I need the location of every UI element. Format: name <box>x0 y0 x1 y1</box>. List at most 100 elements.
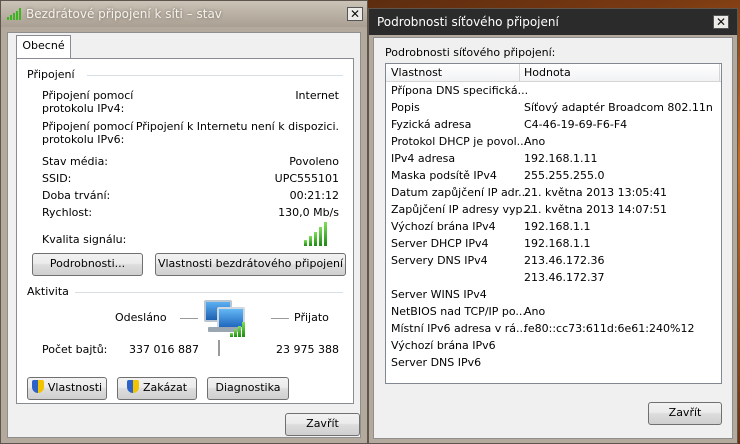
list-item[interactable]: NetBIOS nad TCP/IP po... Ano <box>386 303 721 320</box>
value-cell: C4-46-19-69-F6-F4 <box>524 118 628 131</box>
list-item[interactable]: Zapůjčení IP adresy vyp... 21. května 201… <box>386 201 721 218</box>
network-computers-icon <box>202 297 252 341</box>
group-activity-label: Aktivita <box>27 285 69 298</box>
window-client: Podrobnosti síťového připojení: Vlastnos… <box>373 37 733 439</box>
property-cell: Protokol DHCP je povol... <box>391 135 528 148</box>
list-item[interactable]: 213.46.172.37 <box>386 269 721 286</box>
close-icon[interactable]: ✕ <box>347 7 363 21</box>
value-cell: 21. května 2013 14:07:51 <box>524 203 668 216</box>
details-list[interactable]: Vlastnost Hodnota Přípona DNS specifická… <box>385 63 722 384</box>
disable-button[interactable]: Zakázat <box>117 377 197 400</box>
close-button[interactable]: Zavřít <box>285 413 360 436</box>
window-client: Obecné Připojení Připojení pomocí protok… <box>7 32 361 438</box>
wireless-status-window: Bezdrátové připojení k síti – stav ✕ Obe… <box>0 0 368 444</box>
ipv6-label-line2: protokolu IPv6: <box>42 133 125 146</box>
ipv4-label-line2: protokolu IPv4: <box>42 102 125 115</box>
list-header: Vlastnost Hodnota <box>386 64 721 82</box>
ipv6-label-line1: Připojení pomocí <box>42 120 134 133</box>
title-bar[interactable]: Bezdrátové připojení k síti – stav ✕ <box>1 1 367 27</box>
property-cell: Server DNS IPv6 <box>391 356 482 369</box>
list-item[interactable]: Výchozí brána IPv4 192.168.1.1 <box>386 218 721 235</box>
connection-details-window: Podrobnosti síťového připojení ✕ Podrobn… <box>368 8 738 444</box>
property-cell: Výchozí brána IPv4 <box>391 220 496 233</box>
list-item[interactable]: Maska podsítě IPv4 255.255.255.0 <box>386 167 721 184</box>
media-state-label: Stav média: <box>42 155 109 168</box>
wireless-signal-icon <box>7 8 23 20</box>
property-cell: Výchozí brána IPv6 <box>391 339 496 352</box>
value-cell: Ano <box>524 305 546 318</box>
property-cell: Popis <box>391 101 420 114</box>
list-item[interactable]: Servery DNS IPv4 213.46.172.36 <box>386 252 721 269</box>
value-cell: Síťový adaptér Broadcom 802.11n <box>524 101 713 114</box>
ipv6-value: Připojení k Internetu není k dispozici. <box>135 120 339 133</box>
property-cell: Fyzická adresa <box>391 118 472 131</box>
list-item[interactable]: Přípona DNS specifická... <box>386 82 721 99</box>
list-item[interactable]: Server DNS IPv6 <box>386 354 721 371</box>
ipv4-value: Internet <box>295 89 339 102</box>
list-item[interactable]: Fyzická adresa C4-46-19-69-F6-F4 <box>386 116 721 133</box>
list-item[interactable]: Protokol DHCP je povol... Ano <box>386 133 721 150</box>
group-divider <box>87 75 343 76</box>
property-cell: Místní IPv6 adresa v rá... <box>391 322 527 335</box>
value-cell: 213.46.172.36 <box>524 254 605 267</box>
close-icon[interactable]: ✕ <box>713 15 729 29</box>
tab-general[interactable]: Obecné <box>16 35 71 59</box>
column-header-property[interactable]: Vlastnost <box>391 66 442 79</box>
received-label: Přijato <box>294 311 329 324</box>
column-header-value[interactable]: Hodnota <box>524 66 571 79</box>
value-cell: 213.46.172.37 <box>524 271 605 284</box>
title-bar[interactable]: Podrobnosti síťového připojení ✕ <box>369 9 737 35</box>
sent-divider <box>180 318 198 319</box>
bytes-sent-value: 337 016 887 <box>129 343 199 356</box>
bytes-label: Počet bajtů: <box>42 343 108 356</box>
uac-shield-icon <box>126 380 139 393</box>
list-item[interactable]: Datum zapůjčení IP adr... 21. května 2013… <box>386 184 721 201</box>
value-cell: 255.255.255.0 <box>524 169 605 182</box>
column-separator[interactable] <box>719 64 720 81</box>
duration-value: 00:21:12 <box>289 189 339 202</box>
property-cell: Maska podsítě IPv4 <box>391 169 497 182</box>
list-item[interactable]: IPv4 adresa 192.168.1.11 <box>386 150 721 167</box>
value-cell: fe80::cc73:611d:6e61:240%12 <box>524 322 695 335</box>
wireless-properties-button[interactable]: Vlastnosti bezdrátového připojení <box>155 253 346 276</box>
property-cell: Server WINS IPv4 <box>391 288 487 301</box>
disable-button-label: Zakázat <box>142 381 188 394</box>
duration-label: Doba trvání: <box>42 189 111 202</box>
bytes-received-value: 23 975 388 <box>276 343 339 356</box>
window-title: Bezdrátové připojení k síti – stav <box>26 7 222 21</box>
close-button[interactable]: Zavřít <box>648 402 722 425</box>
list-item[interactable]: Server DHCP IPv4 192.168.1.1 <box>386 235 721 252</box>
media-state-value: Povoleno <box>289 155 339 168</box>
tab-panel-general: Připojení Připojení pomocí protokolu IPv… <box>16 58 354 404</box>
speed-label: Rychlost: <box>42 206 93 219</box>
properties-button-label: Vlastnosti <box>47 381 103 394</box>
ssid-value: UPC555101 <box>274 172 339 185</box>
list-item[interactable]: Server WINS IPv4 <box>386 286 721 303</box>
signal-quality-label: Kvalita signálu: <box>42 233 127 246</box>
value-cell: 192.168.1.1 <box>524 237 591 250</box>
received-divider <box>271 318 289 319</box>
value-cell: Ano <box>524 135 546 148</box>
list-item[interactable]: Výchozí brána IPv6 <box>386 337 721 354</box>
sent-label: Odesláno <box>115 311 167 324</box>
properties-button[interactable]: Vlastnosti <box>27 377 107 400</box>
details-heading: Podrobnosti síťového připojení: <box>385 46 556 59</box>
details-button[interactable]: Podrobnosti... <box>32 253 143 276</box>
window-title: Podrobnosti síťového připojení <box>377 15 559 29</box>
list-item[interactable]: Místní IPv6 adresa v rá... fe80::cc73:611… <box>386 320 721 337</box>
diagnose-button[interactable]: Diagnostika <box>207 377 289 400</box>
ipv4-label-line1: Připojení pomocí <box>42 89 134 102</box>
uac-shield-icon <box>31 380 44 393</box>
property-cell: IPv4 adresa <box>391 152 456 165</box>
column-separator[interactable] <box>519 64 520 81</box>
ssid-label: SSID: <box>42 172 72 185</box>
property-cell: Zapůjčení IP adresy vyp... <box>391 203 534 216</box>
speed-value: 130,0 Mb/s <box>278 206 339 219</box>
group-divider <box>75 292 343 293</box>
signal-quality-icon <box>304 222 330 246</box>
list-item[interactable]: Popis Síťový adaptér Broadcom 802.11n <box>386 99 721 116</box>
property-cell: Servery DNS IPv4 <box>391 254 488 267</box>
value-cell: 21. května 2013 13:05:41 <box>524 186 668 199</box>
property-cell: Server DHCP IPv4 <box>391 237 489 250</box>
property-cell: Přípona DNS specifická... <box>391 84 529 97</box>
